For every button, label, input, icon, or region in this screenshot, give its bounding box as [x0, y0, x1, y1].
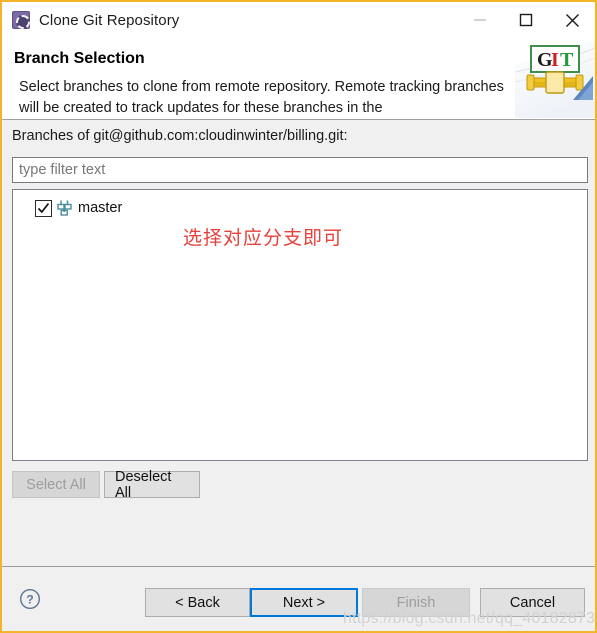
- branches-label: Branches of git@github.com:cloudinwinter…: [12, 128, 348, 144]
- finish-button[interactable]: Finish: [362, 588, 470, 617]
- window-controls: [457, 2, 595, 38]
- next-button[interactable]: Next >: [250, 588, 358, 617]
- cancel-button[interactable]: Cancel: [480, 588, 585, 617]
- maximize-button[interactable]: [503, 2, 549, 38]
- maximize-icon: [519, 13, 533, 27]
- git-logo-icon: G I T: [515, 38, 595, 118]
- back-button[interactable]: < Back: [145, 588, 250, 617]
- filter-input[interactable]: [12, 157, 588, 183]
- branch-checkbox[interactable]: [35, 199, 52, 217]
- branch-icon: [57, 200, 72, 216]
- annotation-text: 选择对应分支即可: [183, 227, 344, 249]
- wizard-body: Branches of git@github.com:cloudinwinter…: [2, 121, 595, 566]
- branch-list[interactable]: master 选择对应分支即可: [12, 189, 588, 461]
- help-icon: ?: [19, 588, 41, 610]
- help-button[interactable]: ?: [19, 588, 41, 610]
- eclipse-wizard-icon: [12, 11, 30, 29]
- deselect-all-button[interactable]: Deselect All: [104, 469, 200, 501]
- list-item[interactable]: master: [35, 199, 122, 217]
- window-title: Clone Git Repository: [39, 11, 180, 29]
- svg-text:I: I: [551, 49, 559, 71]
- close-icon: [565, 13, 579, 27]
- svg-text:?: ?: [26, 593, 33, 607]
- svg-text:T: T: [560, 49, 574, 71]
- clone-git-repository-dialog: Clone Git Repository Branch Selection Se…: [0, 0, 597, 633]
- checkmark-icon: [37, 202, 50, 213]
- wizard-footer: ? < Back Next > Finish Cancel: [2, 566, 595, 631]
- select-all-button[interactable]: Select All: [12, 471, 100, 498]
- minimize-button[interactable]: [457, 2, 503, 38]
- wizard-header: Branch Selection Select branches to clon…: [2, 38, 595, 120]
- minimize-icon: [474, 19, 486, 21]
- git-logo: G I T: [515, 38, 595, 118]
- page-description: Select branches to clone from remote rep…: [19, 79, 504, 116]
- close-button[interactable]: [549, 2, 595, 38]
- title-bar: Clone Git Repository: [2, 2, 595, 38]
- branch-name: master: [78, 200, 123, 216]
- page-title: Branch Selection: [14, 50, 145, 67]
